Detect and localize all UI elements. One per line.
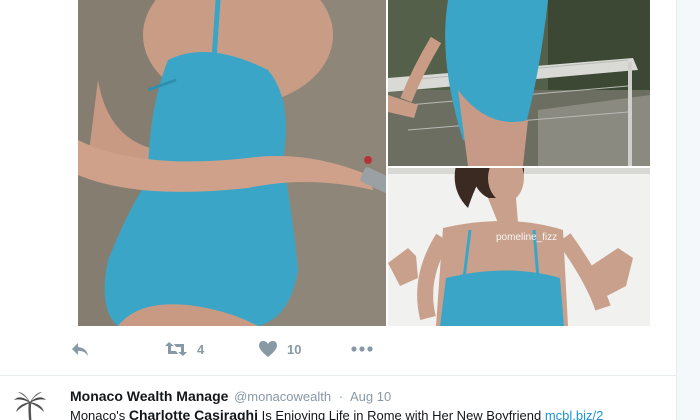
retweet-icon [164,340,188,358]
more-button[interactable] [350,340,374,358]
like-count: 10 [287,341,302,357]
tweet-action-bar: 4 10 [70,340,470,360]
display-name[interactable]: Monaco Wealth Manage [70,388,228,404]
tweet-header: Monaco Wealth Manage @monacowealth · Aug… [70,388,391,404]
tweet-date[interactable]: Aug 10 [350,389,391,404]
twitter-timeline: pomeline_fizz 4 10 Monaco Wealth Manage … [0,0,700,420]
palm-tree-logo [12,390,48,420]
tweet-text-body: Is Enjoying Life in Rome with Her New Bo… [257,408,545,420]
avatar[interactable] [12,390,48,420]
tweet-text: Monaco's Charlotte Casiraghi Is Enjoying… [70,407,676,420]
watermark-text: pomeline_fizz [496,232,557,243]
tweet-photo-2[interactable] [388,0,650,166]
tweet-photo-3[interactable]: pomeline_fizz [388,168,650,326]
tweet-photo-1[interactable] [78,0,386,326]
photo-2-illustration [388,0,650,166]
like-button[interactable]: 10 [258,340,301,358]
photo-1-illustration [78,0,386,326]
tweet-media-grid: pomeline_fizz [78,0,650,326]
more-icon [350,340,374,358]
right-rail [676,0,700,420]
separator-dot: · [338,389,344,404]
retweet-count: 4 [197,341,205,357]
tweet-text-prefix: Monaco's [70,408,129,420]
photo-3-illustration: pomeline_fizz [388,168,650,326]
tweet-link[interactable]: mcbl.biz/2 [545,408,604,420]
heart-icon [258,340,278,358]
tweet-text-highlight[interactable]: Charlotte Casiraghi [129,407,258,420]
retweet-button[interactable]: 4 [164,340,204,358]
user-handle[interactable]: @monacowealth [234,389,331,404]
tweet[interactable]: pomeline_fizz 4 10 [0,0,676,376]
reply-icon [70,340,90,358]
reply-button[interactable] [70,340,90,358]
next-tweet[interactable]: Monaco Wealth Manage @monacowealth · Aug… [0,376,676,420]
